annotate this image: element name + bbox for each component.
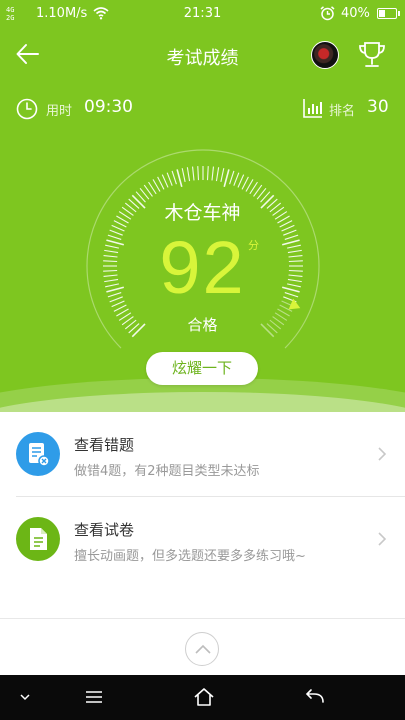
battery-level: [379, 10, 386, 17]
wrong-questions-icon: [16, 432, 60, 476]
battery-percent: 40%: [341, 6, 370, 21]
list-item-wrong-questions[interactable]: 查看错题 做错4题，有2种题目类型未达标: [0, 412, 405, 496]
gauge-tick: [192, 166, 195, 181]
duration-label: 用时: [46, 104, 73, 119]
system-nav-bar: [0, 675, 405, 720]
duration-value: 09:30: [84, 97, 133, 117]
gauge-tick: [237, 174, 245, 188]
clock-icon: [16, 98, 38, 120]
chevron-right-icon: [378, 447, 387, 461]
gauge-tick: [220, 168, 225, 182]
divider: [0, 618, 405, 619]
gauge-tick: [241, 176, 249, 190]
gauge-tick: [197, 166, 200, 181]
list-item-title: 查看试卷: [74, 521, 135, 539]
scroll-up-button[interactable]: [185, 632, 219, 666]
gauge-tick: [229, 170, 235, 185]
list-item-title: 查看错题: [74, 436, 135, 454]
trophy-icon[interactable]: [358, 40, 386, 70]
list-item-subtitle: 擅长动画题，但多选题还要多多练习哦~: [74, 549, 306, 564]
score-unit: 分: [248, 239, 259, 252]
exam-paper-icon: [16, 517, 60, 561]
list-item-subtitle: 做错4题，有2种题目类型未达标: [74, 464, 260, 479]
gauge-tick: [215, 167, 220, 182]
back-icon[interactable]: [302, 685, 328, 709]
home-icon[interactable]: [191, 685, 217, 709]
chevron-right-icon: [378, 532, 387, 546]
battery-icon: [377, 8, 400, 19]
menu-icon[interactable]: [81, 685, 107, 709]
page-title: 考试成绩: [166, 48, 239, 69]
score-value: 92: [159, 226, 246, 309]
gauge-tick: [171, 170, 177, 185]
gauge-tick: [223, 169, 230, 188]
list-item-exam-paper[interactable]: 查看试卷 擅长动画题，但多选题还要多多练习哦~: [0, 497, 405, 581]
gauge-tick: [206, 166, 209, 181]
gauge-tick: [186, 167, 191, 182]
gauge-tick: [181, 168, 186, 182]
gauge-tick: [157, 176, 165, 190]
gauge-tick: [211, 166, 214, 181]
gauge-tick: [166, 172, 173, 186]
share-button[interactable]: 炫耀一下: [146, 352, 258, 385]
gauge-tick: [233, 172, 240, 186]
username: 木仓车神: [164, 202, 241, 224]
gauge-tick: [161, 174, 169, 188]
chevron-down-icon[interactable]: [12, 685, 38, 709]
pass-status: 合格: [187, 316, 218, 334]
rank-label: 排名: [329, 104, 356, 119]
rank-chart-icon: [303, 99, 322, 118]
chevron-up-icon: [195, 644, 211, 654]
alarm-icon: [320, 6, 335, 21]
status-bar: 4G 2G 1.10M/s 21:31 40%: [0, 0, 405, 28]
avatar[interactable]: [311, 41, 339, 69]
gauge-tick: [176, 169, 183, 188]
rank-value: 30: [367, 97, 389, 117]
